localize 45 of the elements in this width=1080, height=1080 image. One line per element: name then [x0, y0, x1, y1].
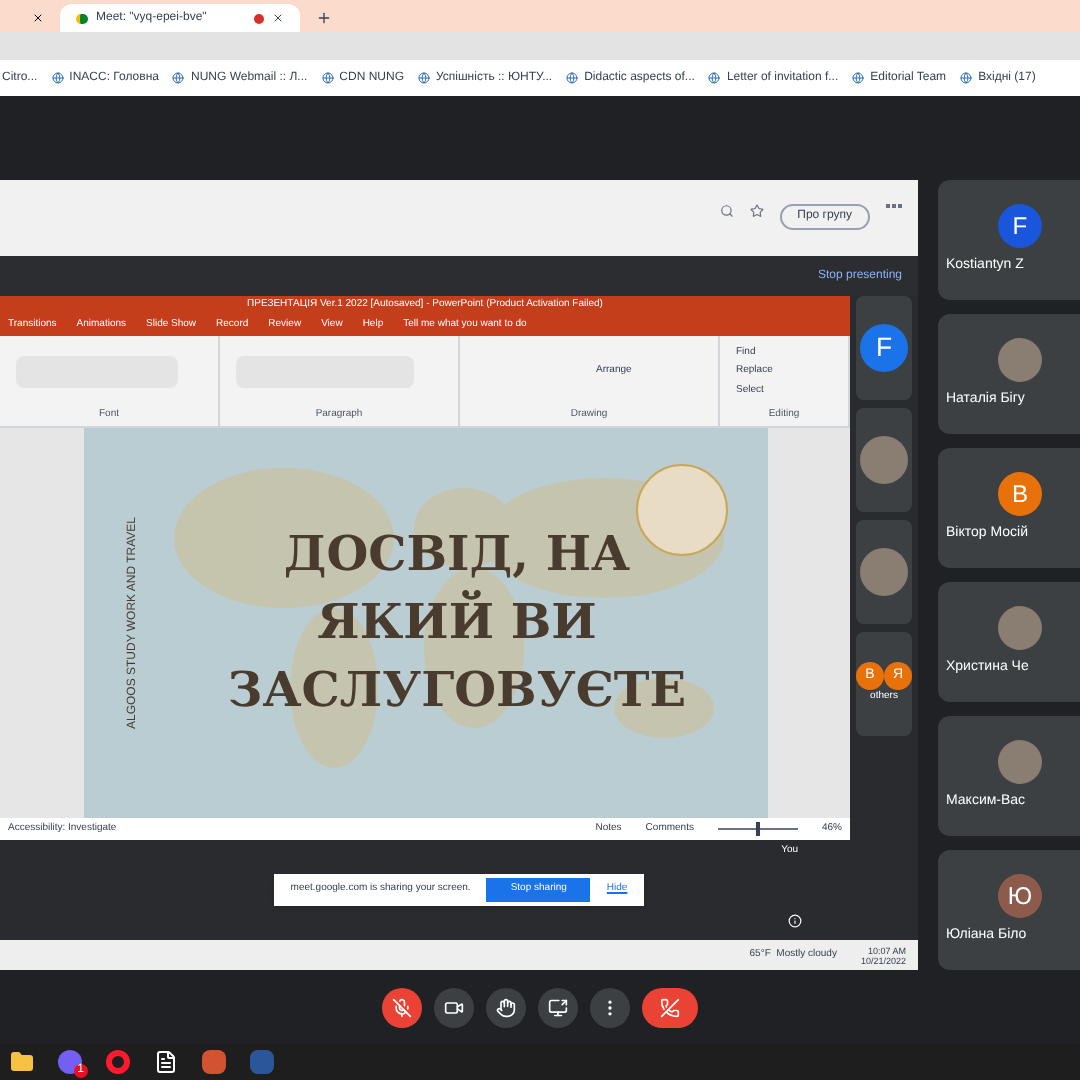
- camera-button[interactable]: [434, 987, 474, 1027]
- microphone-button[interactable]: [382, 987, 422, 1027]
- hand-icon: [496, 997, 516, 1017]
- avatar: F: [998, 203, 1042, 248]
- avatar: F: [860, 324, 908, 372]
- bookmark-icon: [172, 72, 185, 84]
- hang-up-icon: [660, 997, 680, 1017]
- photo-placeholder: [998, 337, 1042, 382]
- document-icon: [154, 1050, 178, 1074]
- avatar: B: [998, 471, 1042, 516]
- microphone-off-icon: [392, 997, 412, 1017]
- slide-title: ДОСВІД, НА: [283, 522, 631, 587]
- leave-call-button[interactable]: [642, 987, 698, 1027]
- close-icon[interactable]: [32, 12, 44, 24]
- bookmark-icon: [852, 72, 865, 84]
- bookmark-icon: [960, 72, 973, 84]
- present-button[interactable]: [538, 987, 578, 1027]
- search-icon[interactable]: [719, 204, 734, 218]
- raise-hand-button[interactable]: [486, 987, 526, 1027]
- close-icon[interactable]: [272, 12, 284, 24]
- star-icon[interactable]: [749, 204, 764, 218]
- photo-placeholder: [998, 605, 1042, 650]
- avatar: Ю: [998, 873, 1042, 918]
- bookmark-icon: [321, 72, 334, 84]
- info-icon[interactable]: [788, 914, 802, 928]
- bookmark-icon: [566, 72, 579, 84]
- photo-placeholder: [860, 548, 908, 596]
- present-screen-icon: [548, 997, 568, 1017]
- presentation-app-icon: [202, 1050, 226, 1074]
- bookmark-icon: [708, 72, 721, 84]
- bookmark-icon: [51, 72, 64, 84]
- bookmark-icon: [418, 72, 430, 84]
- chat-app-icon: [58, 1050, 82, 1074]
- photo-placeholder: [860, 436, 908, 484]
- new-tab-icon[interactable]: [316, 10, 332, 26]
- slide-title: ЗАСЛУГОВУЄТЕ: [227, 658, 687, 723]
- slide-title: ЯКИЙ ВИ: [317, 588, 597, 655]
- folder-icon: [10, 1050, 34, 1074]
- photo-placeholder: [998, 739, 1042, 784]
- camera-icon: [444, 997, 464, 1017]
- more-button[interactable]: [590, 987, 630, 1027]
- word-app-icon: [250, 1050, 274, 1074]
- logo-icon: [635, 463, 727, 556]
- browser-app-icon: [106, 1050, 130, 1074]
- meet-icon: [76, 13, 88, 23]
